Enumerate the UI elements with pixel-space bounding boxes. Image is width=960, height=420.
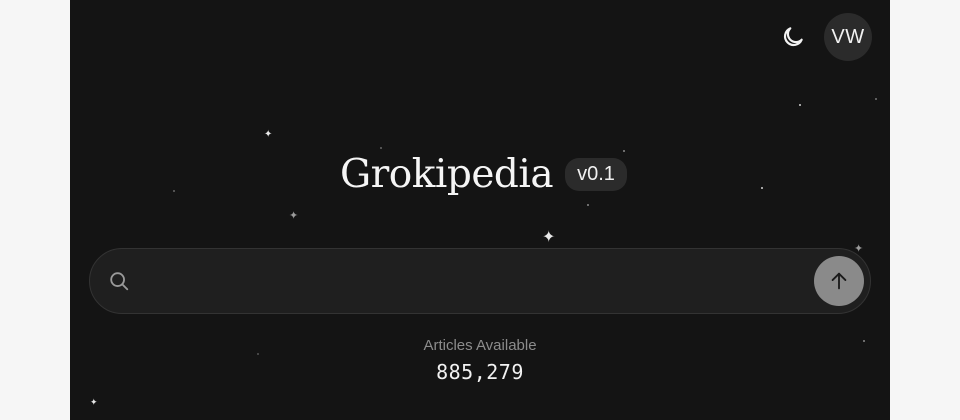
page-title: Grokipedia: [340, 152, 554, 197]
search-input[interactable]: [130, 249, 814, 313]
search-icon: [108, 270, 130, 292]
sparkle-icon: ✦: [90, 398, 98, 408]
arrow-up-icon: [831, 272, 847, 290]
page-canvas: ✦ ✦ ✦ ✦ ✦ VW Grokipedia v0.1 Articles Av…: [70, 0, 890, 420]
version-badge: v0.1: [565, 158, 627, 191]
star-dot: [875, 98, 877, 100]
star-dot: [173, 190, 175, 192]
star-dot: [761, 187, 763, 189]
submit-button[interactable]: [814, 256, 864, 306]
star-dot: [380, 147, 382, 149]
sparkle-icon: ✦: [542, 227, 556, 246]
star-dot: [799, 104, 801, 106]
sparkle-icon: ✦: [264, 129, 273, 140]
star-dot: [587, 204, 589, 206]
stats-label: Articles Available: [423, 337, 537, 354]
article-count: 885,279: [436, 360, 524, 384]
brand: Grokipedia v0.1: [340, 152, 627, 197]
avatar[interactable]: VW: [824, 13, 872, 61]
theme-toggle-button[interactable]: [776, 20, 810, 54]
sparkle-icon: ✦: [289, 209, 299, 222]
avatar-initials: VW: [831, 25, 865, 48]
moon-icon: [783, 27, 803, 47]
header-actions: VW: [776, 13, 872, 61]
articles-stats: Articles Available 885,279: [70, 337, 890, 384]
search-bar[interactable]: [89, 248, 871, 314]
